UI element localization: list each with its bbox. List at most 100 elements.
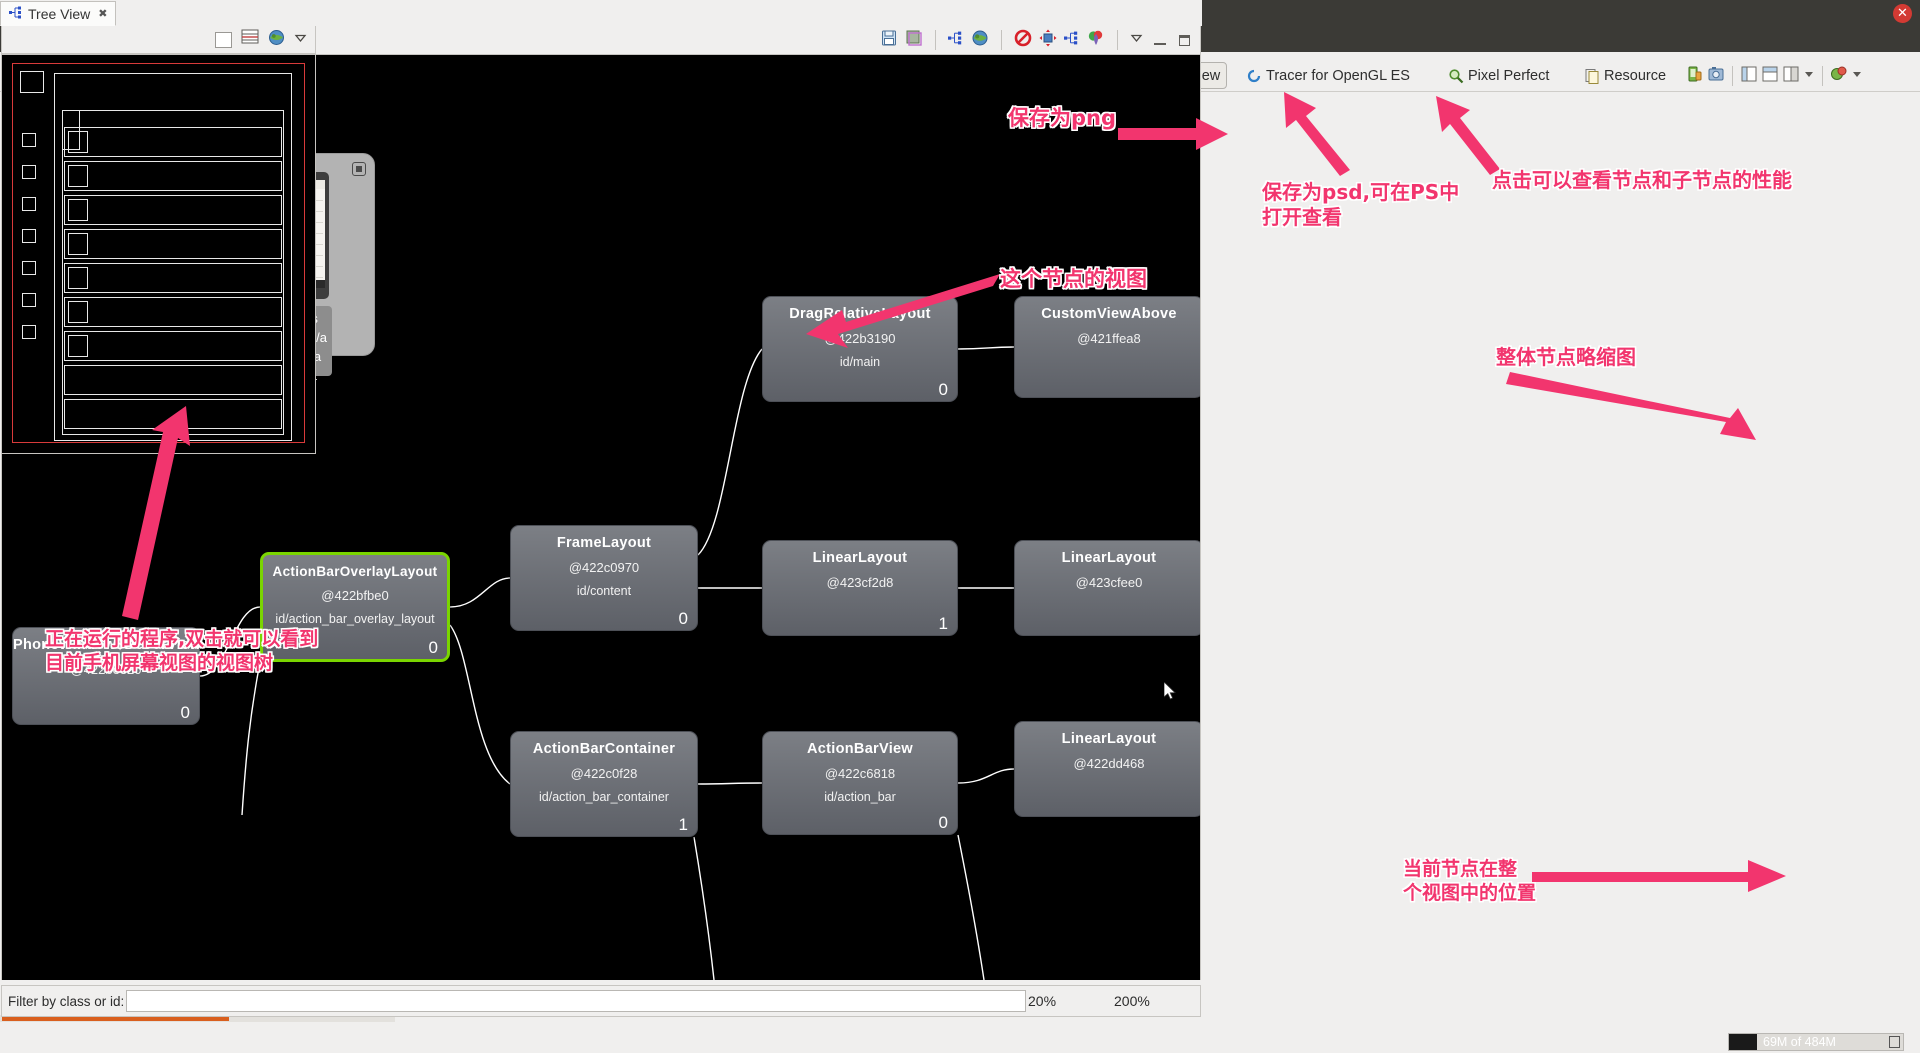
- graph-node-dragrelativelayout[interactable]: DragRelativeLayout @422b3190 id/main 0: [762, 296, 958, 402]
- color-swatch-icon[interactable]: [215, 32, 232, 48]
- anno-profile-node: 点击可以查看节点和子节点的性能: [1492, 168, 1792, 193]
- node-count: 0: [939, 813, 948, 833]
- layout-rect: [68, 131, 88, 153]
- layout-rect: [22, 133, 36, 147]
- layout-rect: [64, 127, 282, 157]
- profile-node-icon[interactable]: [1087, 29, 1105, 52]
- layout-icon[interactable]: [1740, 65, 1758, 88]
- capture-layers-icon[interactable]: [971, 29, 989, 52]
- load-tree-icon[interactable]: [948, 31, 964, 50]
- layout-rect: [22, 165, 36, 179]
- view-menu-icon[interactable]: [294, 31, 307, 49]
- node-title: ActionBarOverlayLayout: [263, 564, 447, 579]
- toolbar-separator-4: [1822, 66, 1823, 86]
- request-layout-icon[interactable]: [1039, 29, 1057, 52]
- node-title: FrameLayout: [511, 535, 697, 551]
- toolbar-right-icons: [1686, 64, 1863, 88]
- load-overlay-icon[interactable]: [241, 29, 259, 50]
- heap-fill: [1729, 1034, 1757, 1050]
- graph-node-customviewabove[interactable]: CustomViewAbove @421ffea8: [1014, 296, 1201, 398]
- graph-node-linearlayout-2[interactable]: LinearLayout @423cfee0: [1014, 540, 1201, 636]
- zoom-max-label: 200%: [1114, 993, 1200, 1009]
- graph-node-framelayout[interactable]: FrameLayout @422c0970 id/content 0: [510, 525, 698, 631]
- perspective-tracer-label: Tracer for OpenGL ES: [1266, 68, 1410, 84]
- filter-label: Filter by class or id:: [8, 994, 124, 1009]
- trash-icon[interactable]: [1889, 1036, 1900, 1048]
- minimize-panel-icon[interactable]: [1154, 35, 1166, 45]
- view-menu-icon[interactable]: [1130, 31, 1143, 49]
- tracer-icon: [1246, 68, 1262, 84]
- node-address: @423cfee0: [1015, 575, 1201, 590]
- window-close-button[interactable]: ✕: [1893, 4, 1912, 23]
- tree-icon: [9, 6, 23, 22]
- node-address: @422be320: [13, 662, 199, 677]
- layout-rect: [68, 233, 88, 255]
- node-count: 1: [939, 614, 948, 634]
- perspective-resource[interactable]: Resource: [1578, 62, 1672, 89]
- layout-rect: [68, 199, 88, 221]
- anno-overview: 整体节点略缩图: [1496, 345, 1636, 370]
- graph-node-actionbaroverlaylayout[interactable]: ActionBarOverlayLayout @422bfbe0 id/acti…: [260, 552, 450, 662]
- layout-rect: [64, 399, 282, 429]
- layout-rect: [64, 229, 282, 259]
- layout-view-toolbar: [1, 26, 316, 54]
- node-address: @422c6818: [763, 766, 957, 781]
- tab-tree-view[interactable]: Tree View ✖: [0, 1, 116, 26]
- zoom-min-label: 20%: [1028, 993, 1114, 1009]
- save-png-icon[interactable]: [880, 29, 898, 52]
- chevron-down-icon[interactable]: [1803, 67, 1815, 85]
- chevron-down2-icon[interactable]: [1851, 67, 1863, 85]
- toolbar-separator-5: [935, 30, 936, 50]
- node-title: LinearLayout: [1015, 550, 1201, 566]
- node-title: ActionBarView: [763, 741, 957, 757]
- preview-expand-icon[interactable]: [352, 162, 366, 176]
- show-extras-icon[interactable]: [268, 29, 285, 51]
- node-title: ActionBarContainer: [511, 741, 697, 757]
- dump-theme-icon[interactable]: [1064, 31, 1080, 50]
- graph-node-phonewindow-decorview[interactable]: PhoneWindow$DecorView @422be320 0: [12, 627, 200, 725]
- node-resource-id: id/action_bar: [763, 790, 957, 804]
- layout-rect: [68, 335, 88, 357]
- heap-status-indicator[interactable]: 69M of 484M: [1728, 1033, 1904, 1051]
- tab-tree-view-close[interactable]: ✖: [98, 7, 107, 20]
- perspective-pixel-perfect[interactable]: Pixel Perfect: [1442, 62, 1555, 89]
- graph-node-linearlayout-1[interactable]: LinearLayout @423cf2d8 1: [762, 540, 958, 636]
- mouse-cursor: [1164, 682, 1178, 702]
- layout-view-canvas[interactable]: [1, 54, 316, 454]
- node-resource-id: id/main: [763, 355, 957, 369]
- screenshot-icon[interactable]: [1707, 65, 1725, 88]
- layout2-icon[interactable]: [1761, 65, 1779, 88]
- node-title: CustomViewAbove: [1015, 306, 1201, 322]
- node-title: LinearLayout: [1015, 731, 1201, 747]
- node-address: @422c0f28: [511, 766, 697, 781]
- resource-icon: [1584, 68, 1600, 84]
- maximize-panel-icon[interactable]: [1179, 35, 1190, 46]
- anno-save-psd: 保存为psd,可在PS中 打开查看: [1262, 180, 1459, 230]
- layout-rect: [68, 165, 88, 187]
- graph-node-actionbarview[interactable]: ActionBarView @422c6818 id/action_bar 0: [762, 731, 958, 835]
- toolbar-separator-7: [1117, 30, 1118, 50]
- node-address: @422bfbe0: [263, 588, 447, 603]
- layout-rect: [68, 267, 88, 289]
- node-address: @422dd468: [1015, 756, 1201, 771]
- node-count: 1: [679, 815, 688, 835]
- perspective-tracer-opengl[interactable]: Tracer for OpenGL ES: [1240, 62, 1416, 89]
- perspective-switch-icon[interactable]: [1830, 65, 1848, 88]
- node-count: 0: [181, 703, 190, 723]
- save-psd-icon[interactable]: [905, 29, 923, 52]
- invalidate-icon[interactable]: [1014, 29, 1032, 52]
- devices-icon[interactable]: [1686, 65, 1704, 88]
- node-address: @422b3190: [763, 331, 957, 346]
- filter-input[interactable]: [126, 990, 1026, 1012]
- layout3-icon[interactable]: [1782, 65, 1800, 88]
- layout-rect: [22, 229, 36, 243]
- graph-node-linearlayout-3[interactable]: LinearLayout @422dd468: [1014, 721, 1201, 817]
- node-title: LinearLayout: [763, 550, 957, 566]
- toolbar-separator-3: [1732, 66, 1733, 86]
- status-bar: [0, 1031, 1920, 1053]
- layout-rect: [20, 71, 44, 93]
- perspective-pixel-perfect-label: Pixel Perfect: [1468, 68, 1549, 84]
- graph-node-actionbarcontainer[interactable]: ActionBarContainer @422c0f28 id/action_b…: [510, 731, 698, 837]
- node-resource-id: id/action_bar_container: [511, 790, 697, 804]
- layout-rect: [22, 261, 36, 275]
